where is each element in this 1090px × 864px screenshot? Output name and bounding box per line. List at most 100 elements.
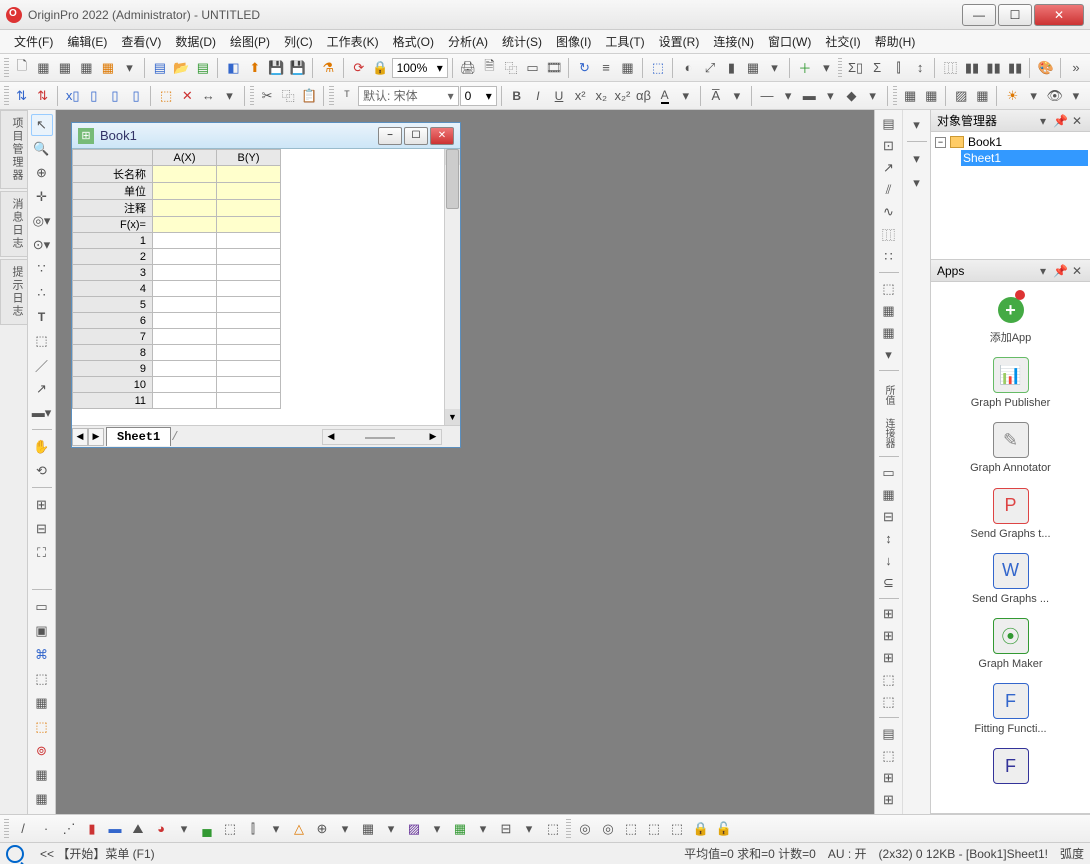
cursor-tool[interactable]: ✛: [31, 186, 53, 208]
print-button[interactable]: 🖨: [458, 57, 479, 79]
r2-btn[interactable]: ▾: [906, 172, 928, 194]
data-conn2-button[interactable]: ⇅: [33, 85, 53, 107]
r1-btn[interactable]: ⿲: [878, 224, 900, 245]
header-row-label[interactable]: 单位: [73, 183, 153, 200]
new-matrix-button[interactable]: ▦: [76, 57, 97, 79]
sum-button[interactable]: Σ▯: [845, 57, 866, 79]
grip[interactable]: [4, 86, 9, 106]
new-excel-button[interactable]: ▦: [55, 57, 76, 79]
rescale-tool[interactable]: ⛶: [31, 542, 53, 564]
r1-btn[interactable]: ⊞: [878, 604, 900, 624]
sort-button[interactable]: ↕: [910, 57, 931, 79]
menu-item[interactable]: 编辑(E): [61, 31, 113, 52]
dropdown-icon[interactable]: ▾: [816, 57, 837, 79]
sub-button[interactable]: x₂: [591, 85, 611, 107]
zoomin-tool[interactable]: ⊞: [31, 494, 53, 516]
lock1-button[interactable]: 🔒: [690, 818, 712, 840]
workbook-titlebar[interactable]: Book1 − ☐ ✕: [72, 123, 460, 149]
row-number[interactable]: 8: [73, 345, 153, 361]
inc-font-button[interactable]: A̅: [706, 85, 726, 107]
bars2-button[interactable]: ▮▮: [983, 57, 1004, 79]
bars1-button[interactable]: ▮▮: [962, 57, 983, 79]
col-stats-button[interactable]: ⫿: [888, 57, 909, 79]
sheet-tool3-button[interactable]: ▨: [951, 85, 971, 107]
header-cell[interactable]: [153, 200, 217, 217]
grip[interactable]: [4, 819, 9, 839]
menu-item[interactable]: 社交(I): [819, 31, 866, 52]
grip[interactable]: [566, 819, 571, 839]
print-preview-button[interactable]: 🗎: [479, 57, 500, 79]
zcol-button[interactable]: ▯: [105, 85, 125, 107]
r2-btn[interactable]: ▾: [906, 114, 928, 136]
sheet-tool1-button[interactable]: ▦: [900, 85, 920, 107]
data-cell[interactable]: [217, 313, 281, 329]
menu-item[interactable]: 分析(A): [442, 31, 494, 52]
dropdown-icon[interactable]: ▾: [426, 818, 448, 840]
worksheet-tool[interactable]: ▦: [31, 764, 53, 786]
recalc-button[interactable]: ⟳: [349, 57, 370, 79]
mask4-button[interactable]: ⬚: [643, 818, 665, 840]
menu-item[interactable]: 图像(I): [550, 31, 597, 52]
image-plot-button[interactable]: ▦: [449, 818, 471, 840]
r1-btn[interactable]: ▤: [878, 114, 900, 134]
zoom-tool[interactable]: 🔍: [31, 138, 53, 160]
apps-list[interactable]: +添加App📊Graph Publisher✎Graph AnnotatorPS…: [931, 282, 1090, 813]
dropdown-icon[interactable]: ▾: [778, 85, 798, 107]
font-combo[interactable]: 默认: 宋体▾: [358, 86, 459, 106]
layer-mgr-button[interactable]: ▦: [743, 57, 764, 79]
r1-btn[interactable]: ∿: [878, 202, 900, 222]
area-plot-button[interactable]: ⛰: [127, 818, 149, 840]
dropdown-icon[interactable]: ▾: [380, 818, 402, 840]
mask3-button[interactable]: ⬚: [620, 818, 642, 840]
app-item[interactable]: F: [937, 748, 1084, 788]
column-header[interactable]: B(Y): [217, 150, 281, 166]
ycol-button[interactable]: ▯: [84, 85, 104, 107]
polar-button[interactable]: ⊕: [311, 818, 333, 840]
xcol-button[interactable]: x▯: [63, 85, 83, 107]
workbook-close-button[interactable]: ✕: [430, 127, 454, 145]
horizontal-scrollbar[interactable]: ◀▶: [178, 429, 460, 445]
column-header[interactable]: A(X): [153, 150, 217, 166]
header-cell[interactable]: [217, 200, 281, 217]
r1-btn[interactable]: ↕: [878, 529, 900, 549]
merge-button[interactable]: ▦: [617, 57, 638, 79]
panel-close-button[interactable]: ✕: [1070, 264, 1084, 278]
slide-button[interactable]: ▭: [522, 57, 543, 79]
tree-sheet-item[interactable]: Sheet1: [961, 150, 1088, 166]
r1-btn[interactable]: ⊡: [878, 136, 900, 156]
app-item[interactable]: FFitting Functi...: [937, 683, 1084, 736]
menu-item[interactable]: 格式(O): [387, 31, 440, 52]
expand-icon[interactable]: −: [935, 137, 946, 148]
column-plot-button[interactable]: ▮: [81, 818, 103, 840]
app-item[interactable]: 📊Graph Publisher: [937, 357, 1084, 410]
lock-button[interactable]: 🔒: [370, 57, 391, 79]
menu-item[interactable]: 连接(N): [707, 31, 760, 52]
dropdown-icon[interactable]: ▾: [173, 818, 195, 840]
search-icon[interactable]: [6, 845, 24, 863]
r1-btn[interactable]: ⊟: [878, 507, 900, 527]
panel-menu-button[interactable]: ▾: [1036, 114, 1050, 128]
panel-pin-button[interactable]: 📌: [1053, 264, 1067, 278]
text-tool-button[interactable]: ᵀ: [337, 85, 357, 107]
row-number[interactable]: 10: [73, 377, 153, 393]
paste-button[interactable]: 📋: [299, 85, 319, 107]
menu-item[interactable]: 绘图(P): [224, 31, 276, 52]
view-button[interactable]: 👁: [1045, 85, 1065, 107]
dropdown-icon[interactable]: ▾: [863, 85, 883, 107]
object-manager-tree[interactable]: − Book1 Sheet1: [931, 132, 1090, 259]
shape-button[interactable]: ◆: [841, 85, 861, 107]
new-graph-button[interactable]: ▦: [98, 57, 119, 79]
data-cell[interactable]: [153, 249, 217, 265]
light-button[interactable]: ☀: [1002, 85, 1022, 107]
data-cell[interactable]: [217, 361, 281, 377]
minimize-button[interactable]: —: [962, 4, 996, 26]
row-number[interactable]: 4: [73, 281, 153, 297]
r1-btn[interactable]: ⫽: [878, 180, 900, 200]
3d-bar-button[interactable]: ⬚: [219, 818, 241, 840]
r1-btn[interactable]: ▦: [878, 485, 900, 505]
data-cell[interactable]: [217, 297, 281, 313]
grip[interactable]: [329, 86, 334, 106]
del-col-button[interactable]: ✕: [177, 85, 197, 107]
rotate-tool[interactable]: ⟲: [31, 460, 53, 482]
greek-button[interactable]: αβ: [633, 85, 653, 107]
